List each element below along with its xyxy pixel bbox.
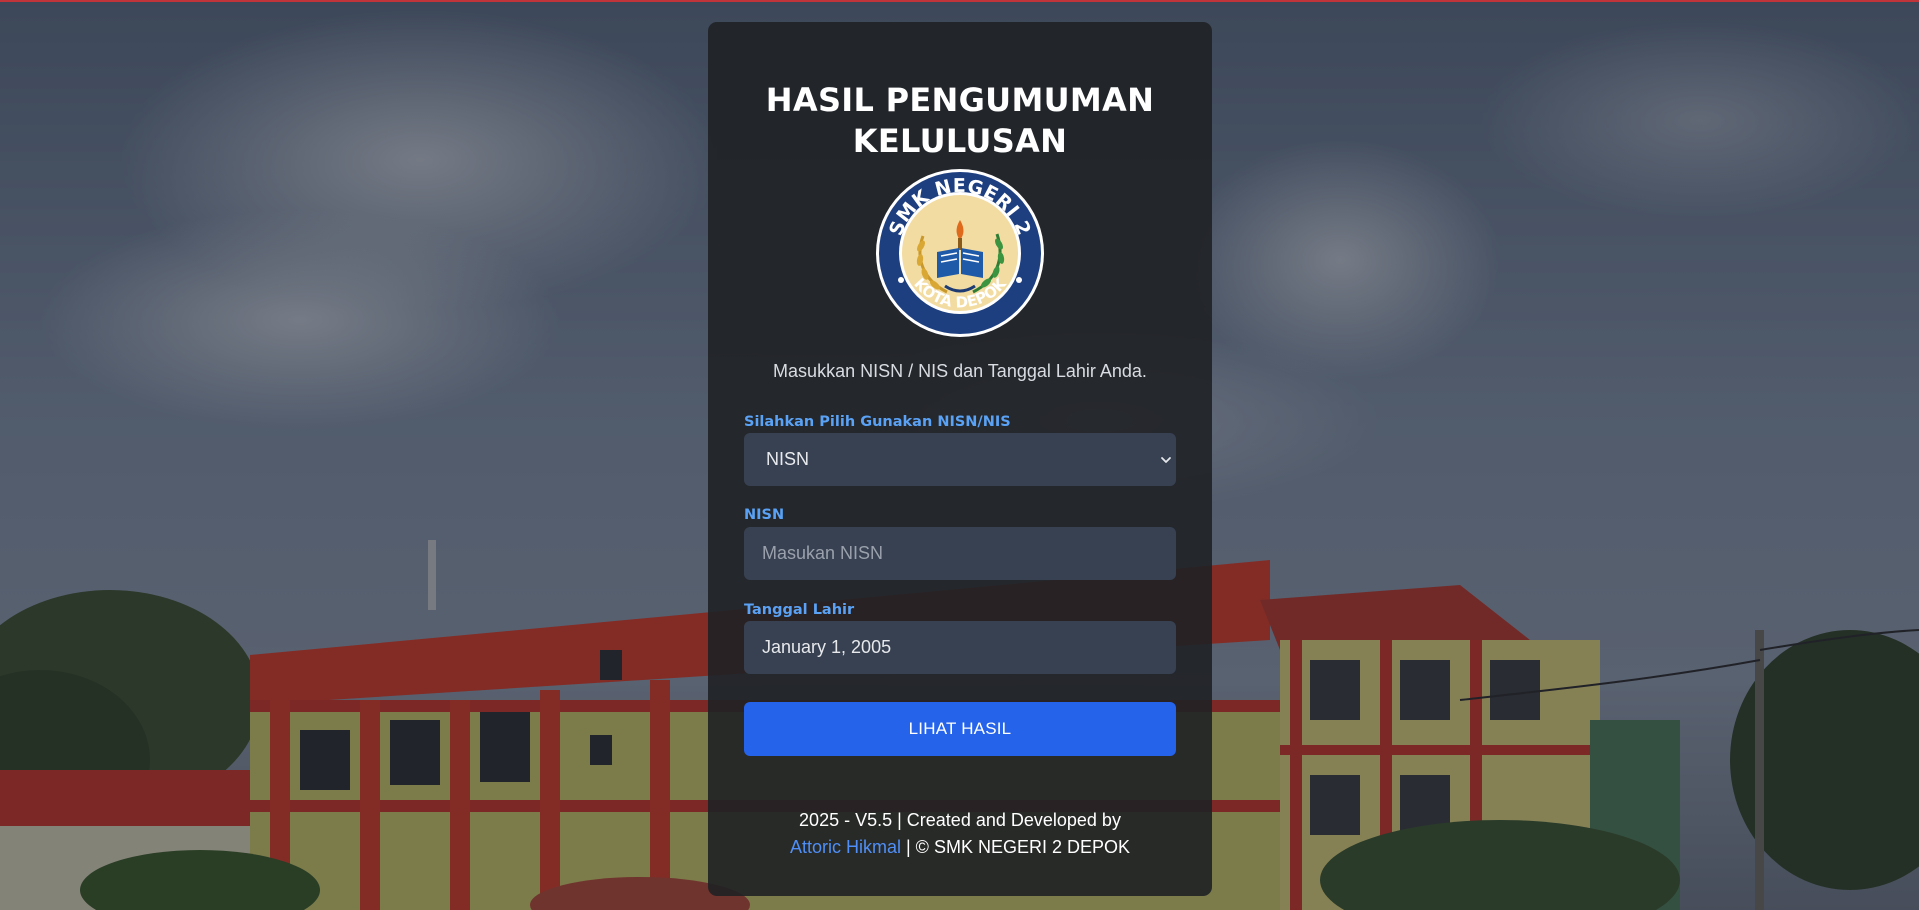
footer-copyright-line: Attoric Hikmal | © SMK NEGERI 2 DEPOK xyxy=(708,834,1212,861)
school-emblem-icon: SMK NEGERI 2 KOTA DEPOK xyxy=(876,169,1044,337)
birth-date-label: Tanggal Lahir xyxy=(744,602,855,618)
top-border xyxy=(0,0,1919,2)
id-type-selected-value: NISN xyxy=(766,449,810,469)
page-title: HASIL PENGUMUMAN KELULUSAN xyxy=(708,80,1212,162)
school-logo: SMK NEGERI 2 KOTA DEPOK xyxy=(875,168,1045,338)
nisn-label: NISN xyxy=(744,507,785,523)
nisn-input[interactable] xyxy=(744,527,1176,580)
nisn-field-wrapper xyxy=(744,527,1176,580)
title-line-2: KELULUSAN xyxy=(852,122,1068,160)
instruction-text: Masukkan NISN / NIS dan Tanggal Lahir An… xyxy=(773,361,1147,381)
login-page: HASIL PENGUMUMAN KELULUSAN SMK NEGERI 2 … xyxy=(0,0,1919,910)
id-type-select[interactable]: NISN xyxy=(744,433,1176,486)
footer-credits: 2025 - V5.5 | Created and Developed by xyxy=(799,810,1121,830)
title-line-1: HASIL PENGUMUMAN xyxy=(765,81,1155,119)
footer-copyright: | © SMK NEGERI 2 DEPOK xyxy=(901,837,1130,857)
birth-date-field-wrapper xyxy=(744,621,1176,674)
footer: 2025 - V5.5 | Created and Developed by A… xyxy=(708,807,1212,861)
birth-date-input[interactable] xyxy=(744,621,1176,674)
id-type-label: Silahkan Pilih Gunakan NISN/NIS xyxy=(744,414,1011,430)
view-result-button[interactable]: LIHAT HASIL xyxy=(744,702,1176,756)
chevron-down-icon xyxy=(1161,457,1171,463)
author-link[interactable]: Attoric Hikmal xyxy=(790,837,901,857)
announcement-card: HASIL PENGUMUMAN KELULUSAN SMK NEGERI 2 … xyxy=(708,22,1212,896)
